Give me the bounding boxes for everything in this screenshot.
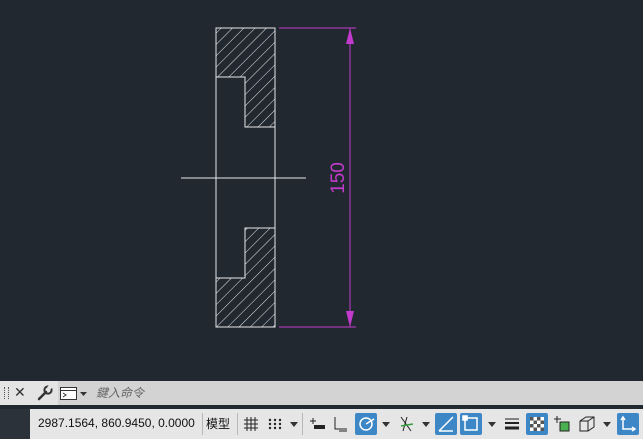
ucs-icon <box>620 415 637 432</box>
grid-icon <box>244 417 258 431</box>
3d-object-snap-button[interactable] <box>576 413 598 435</box>
separator <box>302 413 303 435</box>
snap-icon <box>268 418 282 430</box>
status-bar: 2987.1564, 860.9450, 0.0000 模型 <box>0 409 643 439</box>
hatch-top-outer <box>216 28 275 77</box>
transparency-button[interactable] <box>526 413 548 435</box>
status-bar-left-pad <box>0 409 30 439</box>
isodraft-button[interactable] <box>395 413 417 435</box>
selection-cycling-button[interactable] <box>551 413 573 435</box>
lineweight-icon <box>505 418 519 430</box>
polar-tracking-icon <box>359 417 375 431</box>
hatch-bottom-outer <box>216 278 275 327</box>
transparency-icon <box>530 417 544 431</box>
snap-button[interactable] <box>264 413 286 435</box>
close-icon[interactable]: ✕ <box>14 384 26 402</box>
separator <box>202 413 203 435</box>
command-input[interactable] <box>92 383 640 403</box>
object-snap-button[interactable] <box>460 413 482 435</box>
coordinate-readout[interactable]: 2987.1564, 860.9450, 0.0000 <box>38 416 195 430</box>
infer-constraints-button[interactable] <box>306 413 328 435</box>
hatch-bottom-inner <box>245 228 275 278</box>
arrowhead-top <box>346 28 354 44</box>
selection-cycling-icon <box>554 416 570 432</box>
model-space-button[interactable]: 模型 <box>206 415 230 432</box>
polar-tracking-button[interactable] <box>355 413 377 435</box>
arrowhead-bottom <box>346 311 354 327</box>
dynamic-input-icon <box>334 417 347 432</box>
chevron-down-icon[interactable] <box>382 422 390 427</box>
grid-button[interactable] <box>240 413 262 435</box>
chevron-down-icon[interactable] <box>488 422 496 427</box>
dynamic-input-button[interactable] <box>330 413 352 435</box>
drawing-canvas[interactable]: 150 <box>0 0 643 380</box>
ucs-button[interactable] <box>617 413 639 435</box>
command-line-tools: ✕ <box>0 381 58 405</box>
object-snap-icon <box>462 415 478 431</box>
dimension-text[interactable]: 150 <box>328 162 349 194</box>
separator <box>237 413 238 435</box>
chevron-down-icon <box>80 392 87 396</box>
command-line: ✕ <box>0 381 643 405</box>
object-snap-tracking-icon <box>438 416 454 432</box>
infer-constraints-icon <box>310 418 325 429</box>
chevron-down-icon[interactable] <box>603 422 611 427</box>
3d-object-snap-icon <box>579 416 595 432</box>
lineweight-button[interactable] <box>501 413 523 435</box>
chevron-down-icon[interactable] <box>422 422 430 427</box>
command-prompt-icon[interactable] <box>60 386 88 400</box>
object-snap-tracking-button[interactable] <box>435 413 457 435</box>
wrench-icon[interactable] <box>36 384 54 402</box>
hatch-top-inner <box>245 77 275 127</box>
chevron-down-icon[interactable] <box>290 422 298 427</box>
isodraft-icon <box>400 416 414 432</box>
grip-handle-icon[interactable] <box>4 387 9 399</box>
